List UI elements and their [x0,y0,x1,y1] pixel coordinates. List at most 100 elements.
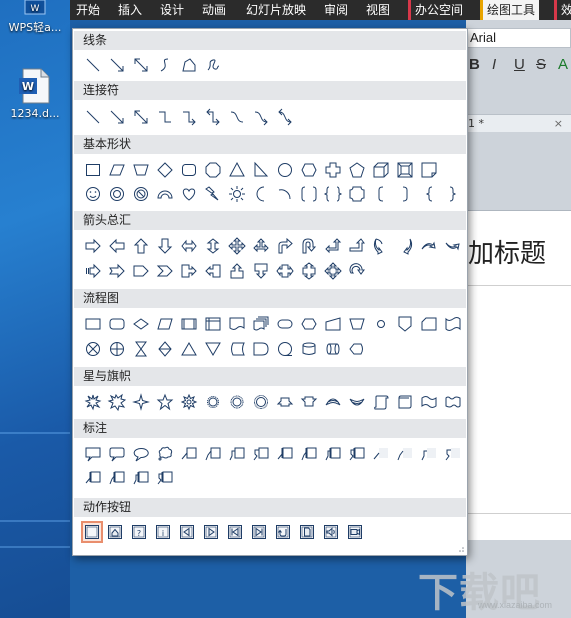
shape-action-button-end[interactable] [247,521,271,543]
shape-double-brace[interactable] [321,183,345,205]
shape-24-point-star[interactable] [225,391,249,413]
shape-block-arc[interactable] [153,183,177,205]
shape-double-wave[interactable] [441,391,465,413]
shape-down-arrow-callout[interactable] [249,260,273,282]
tab-drawing-tools[interactable]: 绘图工具 [480,0,540,20]
shape-line-callout-3-accent[interactable] [321,443,345,465]
shape-process[interactable] [81,313,105,335]
shape-parallelogram[interactable] [105,159,129,181]
shape-right-bracket[interactable] [393,183,417,205]
shape-punched-tape[interactable] [441,313,465,335]
shape-action-button-home[interactable] [103,521,127,543]
shape-triangle[interactable] [225,159,249,181]
shape-curved-down-arrow[interactable] [441,235,465,257]
shape-4-point-star[interactable] [129,391,153,413]
shape-data[interactable] [153,313,177,335]
shape-elbow-double-arrow-connector[interactable] [201,106,225,128]
shape-5-point-star[interactable] [153,391,177,413]
shape-card[interactable] [417,313,441,335]
shape-line-callout-2[interactable] [201,443,225,465]
shape-curved-connector[interactable] [225,106,249,128]
shape-terminator[interactable] [273,313,297,335]
shape-straight-connector[interactable] [81,106,105,128]
shape-cross[interactable] [321,159,345,181]
shape-multidocument[interactable] [249,313,273,335]
shape-pentagon[interactable] [345,159,369,181]
shape-line-callout-1-accent[interactable] [273,443,297,465]
shape-curved-arrow-connector[interactable] [249,106,273,128]
shape-rectangular-callout[interactable] [81,443,105,465]
shape-line-callout-1-no-border[interactable] [369,443,393,465]
shape-cube[interactable] [369,159,393,181]
shape-action-button-sound[interactable] [319,521,343,543]
shape-left-right-up-arrow[interactable] [249,235,273,257]
shape-rounded-rectangular-callout[interactable] [105,443,129,465]
shape-double-arrow-line[interactable] [129,54,153,76]
shape-up-down-arrow[interactable] [201,235,225,257]
shape-action-button-return[interactable] [271,521,295,543]
shape-line-callout-3-border-accent[interactable] [129,467,153,489]
shape-arc[interactable] [273,183,297,205]
desktop-icon-document[interactable]: W 1234.d... [0,68,70,120]
shape-no-symbol[interactable] [129,183,153,205]
shape-action-button-forward[interactable] [199,521,223,543]
shape-chevron[interactable] [153,260,177,282]
shape-summing-junction[interactable] [81,338,105,360]
shape-left-arrow[interactable] [105,235,129,257]
slide-title-placeholder[interactable]: 加标题 [468,233,546,270]
shape-line-callout-4[interactable] [249,443,273,465]
shape-preparation[interactable] [297,313,321,335]
font-color-button[interactable]: A [558,56,568,73]
slide-canvas[interactable]: 加标题 [466,210,571,540]
tab-effects[interactable]: 效 [554,0,571,20]
shape-up-down-arrow-callout[interactable] [297,260,321,282]
shape-extract[interactable] [177,338,201,360]
shape-double-bracket[interactable] [297,183,321,205]
tab-insert[interactable]: 插入 [114,0,146,20]
tab-home[interactable]: 开始 [72,0,104,20]
strikethrough-button[interactable]: S [536,56,546,73]
shape-collate[interactable] [129,338,153,360]
shape-or[interactable] [105,338,129,360]
shape-manual-operation[interactable] [345,313,369,335]
shape-diamond[interactable] [153,159,177,181]
shape-action-button-help[interactable]: ? [127,521,151,543]
shape-plaque[interactable] [345,183,369,205]
shape-right-triangle[interactable] [249,159,273,181]
shape-rounded-rectangle[interactable] [177,159,201,181]
shape-circular-arrow[interactable] [345,260,369,282]
font-name-field[interactable]: Arial [466,28,571,48]
shape-right-arrow-callout[interactable] [177,260,201,282]
shape-hexagon[interactable] [297,159,321,181]
shape-notched-right-arrow[interactable] [105,260,129,282]
shape-donut[interactable] [105,183,129,205]
shape-curved-down-ribbon[interactable] [345,391,369,413]
shape-action-button-beginning[interactable] [223,521,247,543]
close-icon[interactable]: × [554,115,563,133]
shape-action-button-information[interactable]: i [151,521,175,543]
shape-up-arrow[interactable] [129,235,153,257]
shape-wave[interactable] [417,391,441,413]
shape-line-callout-4-accent[interactable] [345,443,369,465]
shape-line-callout-2-border-accent[interactable] [105,467,129,489]
shape-off-page-connector[interactable] [393,313,417,335]
shape-line-callout-1[interactable] [177,443,201,465]
shape-line-callout-4-border-accent[interactable] [153,467,177,489]
shape-freeform[interactable] [177,54,201,76]
document-tab[interactable]: 1 * × [466,114,571,132]
shape-bent-up-arrow[interactable] [345,235,369,257]
shape-document[interactable] [225,313,249,335]
tab-animation[interactable]: 动画 [198,0,230,20]
shape-quad-arrow-callout[interactable] [321,260,345,282]
shape-alternate-process[interactable] [105,313,129,335]
shape-up-ribbon[interactable] [273,391,297,413]
shape-delay[interactable] [249,338,273,360]
shape-16-point-star[interactable] [201,391,225,413]
shape-sequential-access[interactable] [273,338,297,360]
shape-curved-left-arrow[interactable] [393,235,417,257]
shape-ellipse[interactable] [273,159,297,181]
shape-up-arrow-callout[interactable] [225,260,249,282]
shape-action-button-back[interactable] [175,521,199,543]
underline-button[interactable]: U [514,56,525,73]
shape-explosion-1[interactable] [81,391,105,413]
